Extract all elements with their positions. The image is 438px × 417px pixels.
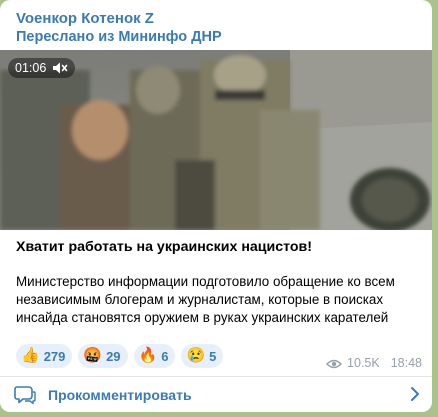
- message-time: 18:48: [390, 356, 422, 370]
- chevron-right-icon: [410, 386, 420, 402]
- reaction-count: 29: [106, 348, 121, 364]
- eye-icon: [326, 358, 343, 369]
- message-body: Министерство информации подготовило обра…: [16, 274, 395, 325]
- channel-name[interactable]: Voенкор Котенок Z: [16, 10, 432, 28]
- video-duration-badge: 01:06: [8, 58, 76, 78]
- video-duration: 01:06: [15, 61, 47, 75]
- comment-label: Прокомментировать: [48, 386, 192, 403]
- comment-icon: [14, 385, 36, 405]
- reaction-count: 279: [43, 348, 66, 364]
- reaction-count: 6: [161, 348, 169, 364]
- video-preview[interactable]: 01:06: [0, 50, 432, 230]
- message-header: Voенкор Котенок Z Переслано из Мининфо Д…: [0, 0, 432, 46]
- forwarded-from[interactable]: Переслано из Мининфо ДНР: [16, 28, 432, 46]
- reaction-fire[interactable]: 🔥 6: [133, 344, 176, 368]
- message-text: Хватит работать на украинских нацистов! …: [16, 238, 424, 327]
- message-headline: Хватит работать на украинских нацистов!: [16, 239, 312, 255]
- reaction-sad[interactable]: 😢 5: [181, 344, 224, 368]
- thumbs-up-icon: 👍: [21, 347, 40, 364]
- reaction-angry[interactable]: 🤬 29: [78, 344, 128, 368]
- view-count: 10.5K: [347, 356, 380, 370]
- angry-face-icon: 🤬: [83, 347, 103, 364]
- reaction-count: 5: [209, 348, 217, 364]
- sad-face-icon: 😢: [186, 347, 206, 364]
- reactions-bar: 👍 279 🤬 29 🔥 6 😢 5: [16, 344, 224, 368]
- reaction-thumbs-up[interactable]: 👍 279: [16, 344, 73, 368]
- message-bubble: Voенкор Котенок Z Переслано из Мининфо Д…: [0, 0, 432, 412]
- fire-icon: 🔥: [138, 347, 158, 364]
- comment-button[interactable]: Прокомментировать: [0, 377, 432, 412]
- message-meta: 10.5K 18:48: [326, 356, 422, 370]
- muted-speaker-icon[interactable]: [52, 61, 68, 75]
